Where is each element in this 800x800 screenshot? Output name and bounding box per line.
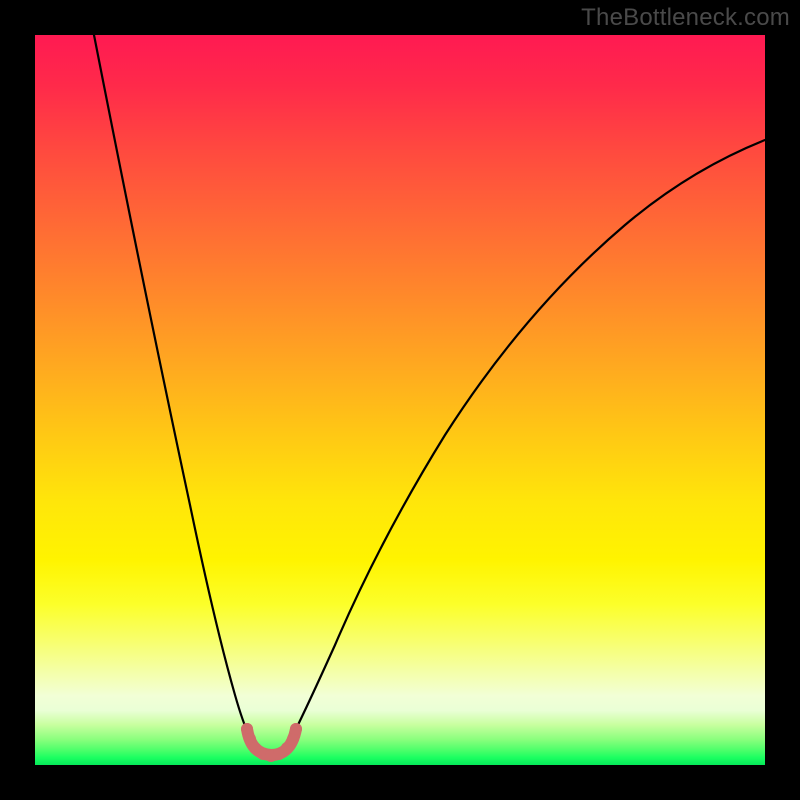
chart-plot-area bbox=[35, 35, 765, 765]
curve-right-branch bbox=[293, 140, 765, 735]
chart-curves-svg bbox=[35, 35, 765, 765]
curve-left-branch bbox=[94, 35, 249, 735]
valley-beads bbox=[241, 723, 302, 762]
watermark-text: TheBottleneck.com bbox=[581, 4, 790, 32]
